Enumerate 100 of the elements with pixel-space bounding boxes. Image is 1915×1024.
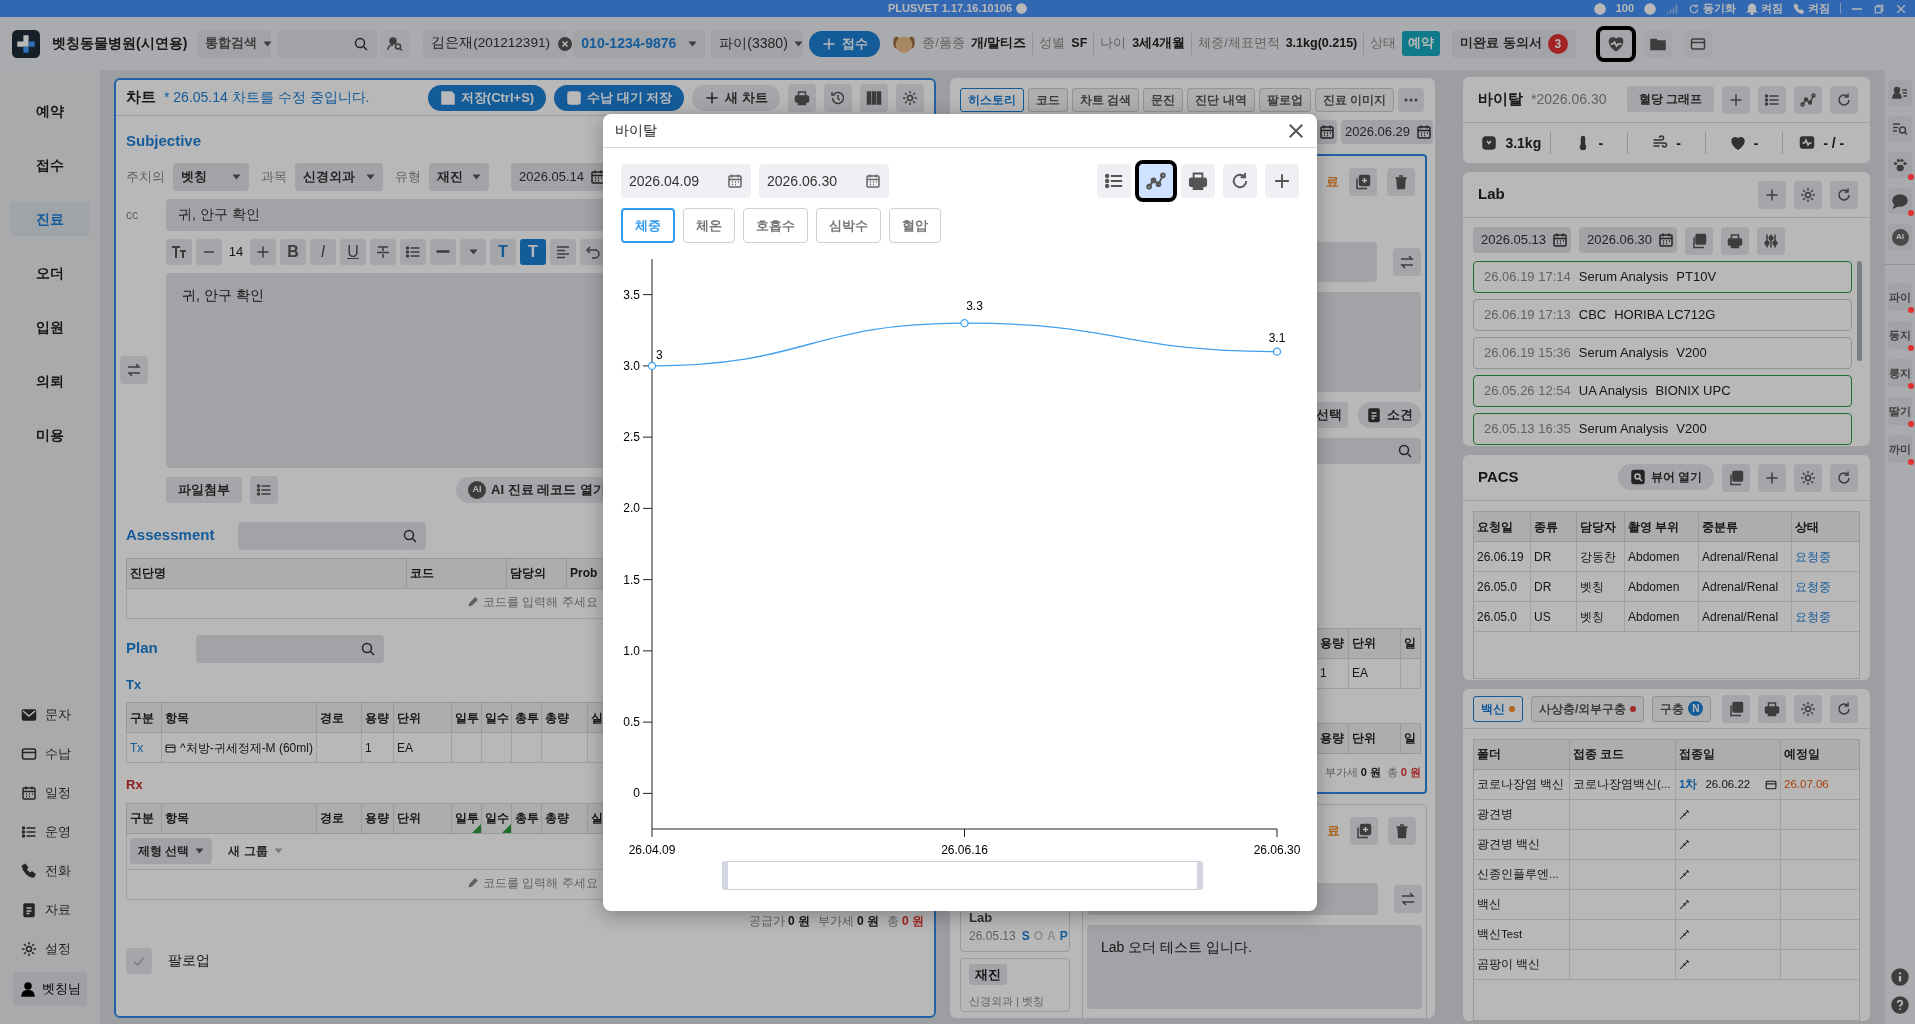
lab-item[interactable]: 26.05.13 16:35 Serum Analysis V200: [1473, 413, 1852, 445]
search-scope-dropdown[interactable]: 통합검색: [197, 29, 272, 58]
nav-item[interactable]: 전화: [15, 851, 85, 890]
column-header: 일: [1400, 723, 1421, 753]
format-button[interactable]: I: [310, 238, 336, 265]
new-chart-button[interactable]: 새 차트: [692, 84, 780, 111]
nav-item[interactable]: 의뢰: [10, 364, 90, 398]
tab[interactable]: 진단 내역: [1187, 88, 1255, 112]
table-cell: 백신: [1474, 889, 1570, 920]
nav-item[interactable]: 자료: [15, 890, 85, 929]
nav-item[interactable]: 접수: [10, 148, 90, 182]
dose-text: 1차: [1679, 776, 1698, 792]
patient-tab[interactable]: 까미: [1888, 435, 1912, 463]
consent-button[interactable]: 미완료 동의서 3: [1452, 29, 1576, 58]
column-header: 용량: [1316, 723, 1349, 753]
table-cell: 벳칭: [1576, 601, 1625, 632]
tab[interactable]: 체온: [683, 208, 735, 243]
notice-text: * 26.05.14 차트를 수정 중입니다.: [164, 88, 370, 107]
table-cell: 1: [361, 732, 394, 763]
format-button[interactable]: T: [520, 238, 546, 265]
lab-item[interactable]: 26.06.19 17:13 CBC HORIBA LC712G: [1473, 299, 1852, 331]
date-field[interactable]: 2026.05.13: [1473, 227, 1571, 253]
register-button[interactable]: 접수: [809, 30, 881, 57]
lab-device: BIONIX UPC: [1655, 382, 1731, 401]
select-field[interactable]: 벳칭: [173, 162, 249, 191]
nav-item[interactable]: 예약: [10, 94, 90, 128]
attach-button[interactable]: 파일첨부: [166, 476, 242, 503]
tab[interactable]: 사상충/외부구충: [1531, 695, 1645, 722]
tab[interactable]: 코드: [1028, 88, 1068, 112]
nav-item[interactable]: 일정: [15, 773, 85, 812]
date-field[interactable]: 2026.04.09: [621, 164, 751, 198]
user-button[interactable]: 벳칭님: [13, 972, 87, 1006]
patient-tab[interactable]: 룽지: [1888, 359, 1912, 387]
form-dropdown[interactable]: 제형 선택: [130, 838, 213, 864]
format-button[interactable]: B: [280, 238, 306, 265]
date-field[interactable]: 2026.06.30: [1579, 227, 1677, 253]
patient-dropdown[interactable]: 파이(3380): [711, 29, 804, 58]
note-text: 귀, 안구 확인: [182, 286, 264, 303]
column-header: 구분: [126, 702, 162, 733]
tab[interactable]: 진료 이미지: [1314, 88, 1395, 112]
patient-tab[interactable]: 동지: [1888, 321, 1912, 349]
date-field[interactable]: 2026.06.30: [759, 164, 889, 198]
tab[interactable]: 백신: [1473, 695, 1523, 722]
column-header: 단위: [1348, 723, 1401, 753]
nav-item[interactable]: 입원: [10, 310, 90, 344]
table-cell: Abdomen: [1624, 601, 1699, 632]
opinion-button[interactable]: 소견: [1358, 402, 1421, 428]
nav-item[interactable]: 오더: [10, 256, 90, 290]
tick-label: 2.0: [623, 501, 640, 516]
group-dropdown[interactable]: 새 그룹: [220, 837, 291, 865]
save-button[interactable]: 저장(Ctrl+S): [427, 84, 547, 111]
patient-tab[interactable]: 딸기: [1888, 397, 1912, 425]
nav-item[interactable]: 운영: [15, 812, 85, 851]
viewer-button[interactable]: 뷰어 열기: [1617, 463, 1714, 490]
tab[interactable]: 구충 N: [1652, 695, 1712, 722]
client-name: 김은재(201212391): [431, 34, 550, 53]
date-field[interactable]: 2026.06.29: [1341, 120, 1433, 144]
nav-item[interactable]: 수납: [15, 734, 85, 773]
tab[interactable]: 히스토리: [960, 88, 1024, 112]
text-area[interactable]: Lab 오더 테스트 입니다.: [1087, 925, 1422, 1009]
tab[interactable]: 차트 검색: [1072, 88, 1140, 112]
nav-item[interactable]: 문자: [15, 695, 85, 734]
column-header: 항목: [161, 803, 317, 833]
column-header: 총투: [511, 702, 542, 733]
type-badge: 재진: [969, 964, 1007, 985]
field-label: cc: [126, 206, 139, 224]
ai-badge: AI: [468, 480, 486, 499]
tab[interactable]: 문진: [1143, 88, 1184, 112]
tab[interactable]: 팔로업: [1258, 88, 1311, 112]
column-header: 코드: [406, 558, 507, 588]
format-button[interactable]: U: [340, 238, 366, 265]
table-cell: DR: [1530, 571, 1577, 602]
lab-item[interactable]: 26.06.19 17:14 Serum Analysis PT10V: [1473, 261, 1852, 293]
lab-item[interactable]: 26.05.26 12:54 UA Analysis BIONIX UPC: [1473, 375, 1852, 407]
tab[interactable]: 심박수: [816, 208, 881, 243]
lab-item[interactable]: 26.06.19 15:36 Serum Analysis V200: [1473, 337, 1852, 369]
lab-time: 26.05.13 16:35: [1484, 420, 1571, 439]
field-label: 과목: [261, 167, 287, 186]
graph-button[interactable]: 혈당 그래프: [1626, 85, 1714, 112]
tab[interactable]: 혈압: [889, 208, 941, 243]
entry-date: 26.05.13: [969, 928, 1016, 945]
select-field[interactable]: 신경외과: [295, 162, 383, 191]
select-field[interactable]: 재진: [429, 162, 489, 191]
nav-item[interactable]: 미용: [10, 418, 90, 452]
section-heading: Plan: [126, 638, 158, 659]
patient-tab[interactable]: 파이: [1888, 283, 1912, 311]
column-header: 경로: [316, 702, 362, 733]
info-label: 성별: [1039, 35, 1066, 53]
zoom-level: 100: [1615, 1, 1634, 17]
nav-item[interactable]: 설정: [15, 929, 85, 968]
entry-title: Lab: [969, 908, 994, 927]
total-value: 0 원: [787, 912, 810, 930]
column-header: 용량: [1316, 628, 1349, 658]
table-cell: DR: [1530, 541, 1577, 572]
total-label: 부가세: [817, 912, 854, 930]
column-header: 접종 코드: [1569, 740, 1676, 770]
clinic-name: 벳칭동물병원(시연용): [52, 34, 188, 53]
save-wait-button[interactable]: 수납 대기 저장: [554, 84, 685, 111]
total-label: 총: [1386, 764, 1398, 780]
tab[interactable]: 호흡수: [743, 208, 808, 243]
